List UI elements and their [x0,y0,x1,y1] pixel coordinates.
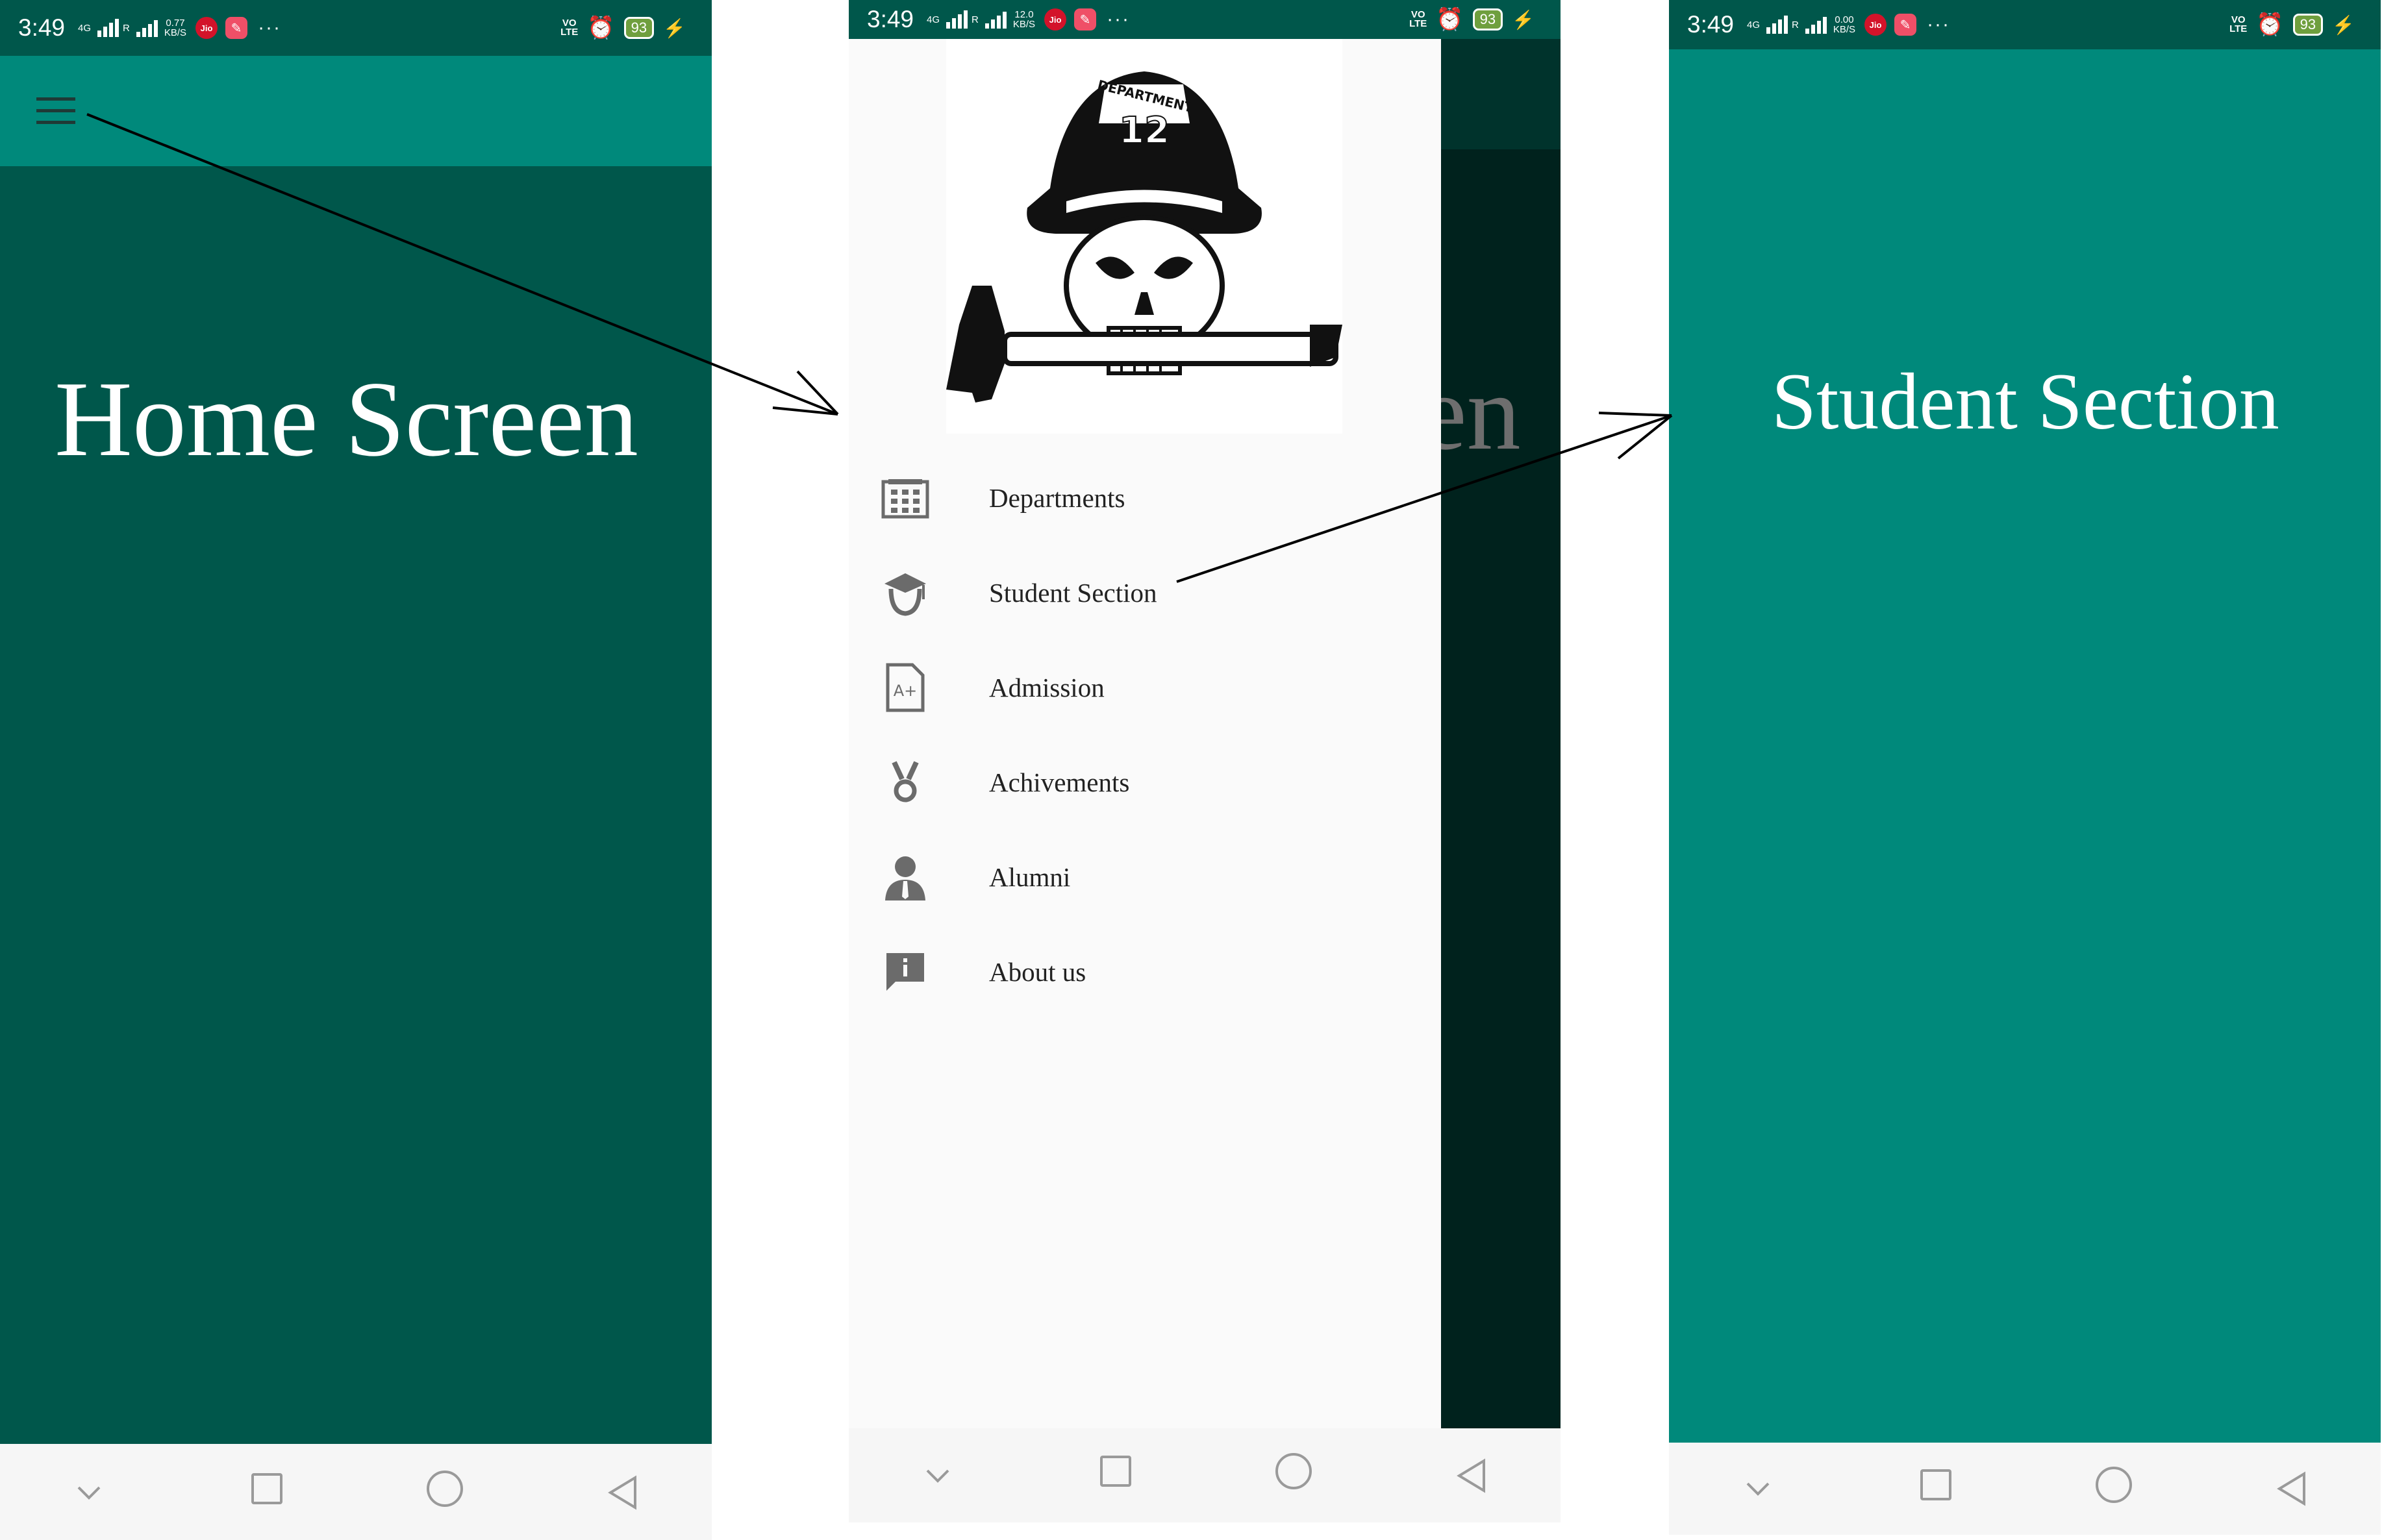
net-speed: 0.00 KB/S [1833,14,1856,35]
drawer-item-about-us[interactable]: About us [849,925,1441,1019]
system-nav-bar [1669,1443,2381,1535]
status-time: 3:49 [18,14,66,41]
signal-2-icon [984,10,1007,29]
volte-icon: VO LTE [560,18,579,38]
student-section-heading: Student Section [1772,357,2279,446]
net-speed: 0.77 KB/S [164,18,187,38]
drawer-item-label: About us [989,957,1086,987]
person-icon [876,854,934,900]
nav-back-button[interactable] [584,1475,662,1510]
nav-home-button[interactable] [406,1470,484,1515]
nav-hide-icon[interactable] [899,1468,977,1484]
jio-icon: Jio [1864,14,1887,36]
system-nav-bar [849,1428,1561,1522]
charging-icon: ⚡ [2332,14,2355,35]
jio-icon: Jio [1044,8,1067,31]
alarm-icon: ⏰ [2256,12,2284,37]
signal-icon [1766,16,1788,34]
volte-icon: VO LTE [2229,14,2248,34]
nav-hide-icon[interactable] [1719,1481,1797,1497]
medal-icon [876,761,934,804]
status-bar: 3:49 4G R 12.0 KB/S Jio ✎ ··· VO LTE ⏰ 93 … [849,0,1561,39]
drawer-item-alumni[interactable]: Alumni [849,830,1441,925]
alarm-icon: ⏰ [1436,7,1464,32]
more-notifications-icon: ··· [1927,14,1951,35]
network-type: 4G [1747,19,1761,31]
alarm-icon: ⏰ [587,16,615,40]
drawer-header-logo: DEPARTMENT 12 [946,39,1342,434]
app-notification-icon: ✎ [1074,8,1097,31]
nav-recents-button[interactable] [1077,1456,1155,1495]
roaming-indicator: R [1792,19,1799,31]
drawer-item-label: Admission [989,673,1105,702]
drawer-item-student-section[interactable]: Student Section [849,545,1441,640]
volte-icon: VO LTE [1409,9,1427,29]
nav-back-button[interactable] [1433,1458,1511,1493]
drawer-item-admission[interactable]: A+ Admission [849,640,1441,735]
building-icon [876,477,934,519]
signal-icon [97,19,119,37]
system-nav-bar [0,1444,712,1540]
more-notifications-icon: ··· [1107,8,1131,30]
nav-hide-icon[interactable] [50,1485,128,1500]
grade-document-icon: A+ [876,662,934,713]
roaming-indicator: R [972,14,979,25]
nav-home-button[interactable] [2075,1466,2153,1511]
network-type: 4G [927,14,940,25]
app-notification-icon: ✎ [1894,14,1917,36]
home-screen-phone: 3:49 4G R 0.77 KB/S Jio ✎ ··· VO LTE ⏰ 93 … [0,0,712,1540]
status-time: 3:49 [1687,11,1735,38]
app-toolbar [0,56,712,166]
battery-icon: 93 [1472,8,1503,31]
charging-icon: ⚡ [1512,9,1535,30]
drawer-item-achivements[interactable]: Achivements [849,735,1441,830]
info-message-icon [876,950,934,993]
logo-helmet-number: 12 [1119,110,1170,152]
more-notifications-icon: ··· [258,17,282,38]
jio-icon: Jio [195,17,218,39]
signal-2-icon [1805,16,1827,34]
nav-recents-button[interactable] [228,1472,306,1513]
signal-icon [946,10,968,29]
student-section-phone: 3:49 4G R 0.00 KB/S Jio ✎ ··· VO LTE ⏰ 93 … [1669,0,2381,1535]
hamburger-menu-icon[interactable] [36,97,75,126]
status-bar: 3:49 4G R 0.00 KB/S Jio ✎ ··· VO LTE ⏰ 93 … [1669,0,2381,49]
status-time: 3:49 [867,6,914,32]
navigation-drawer: DEPARTMENT 12 Departments Student Sectio… [849,39,1441,1522]
svg-text:A+: A+ [894,682,918,700]
nav-back-button[interactable] [2253,1471,2331,1506]
nav-home-button[interactable] [1255,1453,1333,1498]
roaming-indicator: R [123,22,130,34]
drawer-item-label: Achivements [989,767,1130,797]
skull-helmet-axe-logo: DEPARTMENT 12 [946,71,1342,403]
app-notification-icon: ✎ [225,17,248,39]
battery-icon: 93 [623,17,655,39]
drawer-item-label: Alumni [989,862,1071,892]
net-speed: 12.0 KB/S [1012,9,1036,30]
charging-icon: ⚡ [663,18,686,38]
graduation-cap-icon [876,569,934,616]
drawer-screen-phone: 3:49 4G R 12.0 KB/S Jio ✎ ··· VO LTE ⏰ 93 … [849,0,1561,1522]
signal-2-icon [136,19,158,37]
drawer-item-departments[interactable]: Departments [849,451,1441,545]
drawer-item-label: Departments [989,483,1125,513]
network-type: 4G [78,22,92,34]
status-bar: 3:49 4G R 0.77 KB/S Jio ✎ ··· VO LTE ⏰ 93 … [0,0,712,56]
drawer-item-label: Student Section [989,578,1157,608]
home-heading: Home Screen [55,359,638,478]
nav-recents-button[interactable] [1897,1469,1975,1509]
battery-icon: 93 [2292,14,2324,36]
